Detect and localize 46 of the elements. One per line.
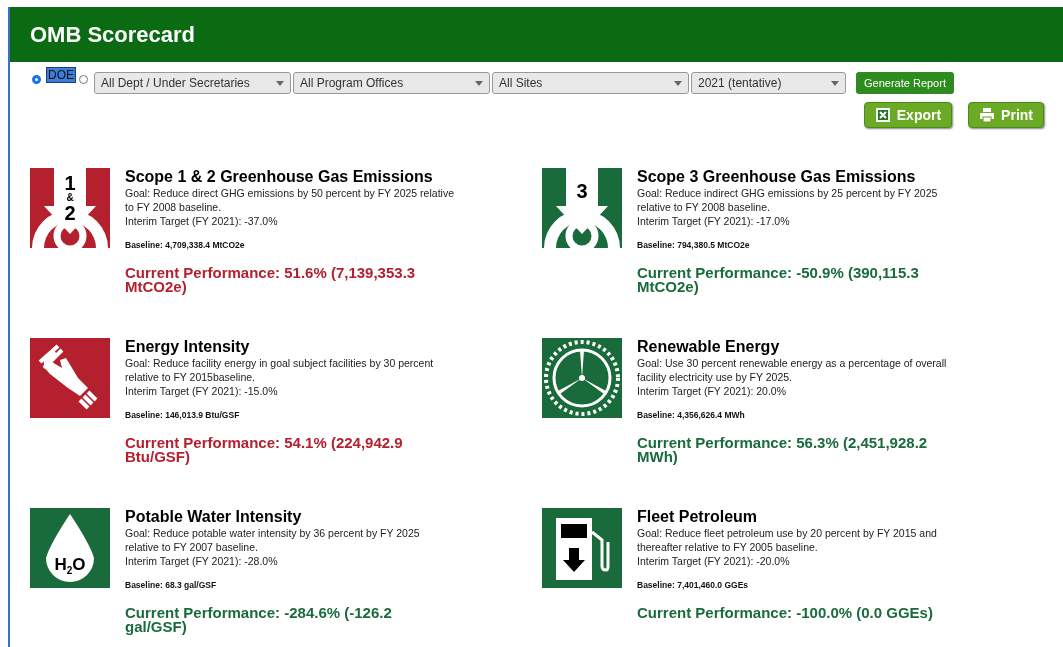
goal-text: Goal: Use 30 percent renewable energy as a percentage of overall facility electricity use by FY 2025.: [637, 356, 948, 384]
baseline-text: Baseline: 794,380.5 MtCO2e: [637, 240, 751, 250]
spreadsheet-icon: [874, 107, 891, 123]
dropdown[interactable]: All Program Offices: [293, 72, 490, 94]
goal-text: Goal: Reduce fleet petroleum use by 20 percent by FY 2015 and thereafter relative to FY 2005 baseline.: [637, 526, 938, 554]
metric-title: Scope 3 Greenhouse Gas Emissions: [637, 168, 917, 186]
interim-target: Interim Target (FY 2021): -17.0%: [637, 214, 791, 228]
current-performance: Current Performance: -100.0% (0.0 GGEs): [637, 606, 934, 620]
metric-title: Renewable Energy: [637, 338, 781, 356]
interim-target: Interim Target (FY 2021): -28.0%: [125, 554, 279, 568]
goal-text: Goal: Reduce potable water intensity by 36 percent by FY 2025 relative to FY 2007 baseline.: [125, 526, 421, 554]
current-performance: Current Performance: -50.9% (390,115.3 MtCO2e): [637, 266, 920, 294]
radio-button[interactable]: [32, 75, 41, 84]
baseline-text: Baseline: 4,356,626.4 MWh: [637, 410, 746, 420]
generate-report-button[interactable]: Generate Report: [856, 72, 954, 94]
metric-title: Potable Water Intensity: [125, 508, 303, 526]
current-performance: Current Performance: 54.1% (224,942.9 Btu/GSF): [125, 436, 404, 464]
dropdown[interactable]: All Sites: [492, 72, 689, 94]
current-performance: Current Performance: -284.6% (-126.2 gal/GSF): [125, 606, 393, 634]
metric-title: Scope 1 & 2 Greenhouse Gas Emissions: [125, 168, 434, 186]
water-drop-icon: H$_{2}$O: [30, 508, 110, 588]
baseline-text: Baseline: 146,013.9 Btu/GSF: [125, 410, 241, 420]
caret-icon: [475, 80, 483, 86]
printer-icon: [979, 107, 996, 123]
interim-target: Interim Target (FY 2021): 20.0%: [637, 384, 788, 398]
metric-title: Fleet Petroleum: [637, 508, 759, 526]
dropdown[interactable]: 2021 (tentative): [691, 72, 846, 94]
radio-label[interactable]: DOE: [47, 68, 75, 82]
caret-icon: [276, 80, 284, 86]
caret-icon: [674, 80, 682, 86]
page-title: OMB Scorecard: [30, 21, 196, 48]
goal-text: Goal: Reduce indirect GHG emissions by 25 percent by FY 2025 relative to FY 2008 baseline.: [637, 186, 939, 214]
interim-target: Interim Target (FY 2021): -20.0%: [637, 554, 791, 568]
baseline-text: Baseline: 4,709,338.4 MtCO2e: [125, 240, 246, 250]
baseline-text: Baseline: 7,401,460.0 GGEs: [637, 580, 750, 590]
interim-target: Interim Target (FY 2021): -37.0%: [125, 214, 279, 228]
current-performance: Current Performance: 51.6% (7,139,353.3 MtCO2e): [125, 266, 417, 294]
baseline-text: Baseline: 68.3 gal/GSF: [125, 580, 218, 590]
metric-title: Energy Intensity: [125, 338, 251, 356]
interim-target: Interim Target (FY 2021): -15.0%: [125, 384, 279, 398]
goal-text: Goal: Reduce direct GHG emissions by 50 percent by FY 2025 relative to FY 2008 baseline.: [125, 186, 455, 214]
current-performance: Current Performance: 56.3% (2,451,928.2 MWh): [637, 436, 929, 464]
radio-button[interactable]: [79, 75, 88, 84]
goal-text: Goal: Reduce facility energy in goal subject facilities by 30 percent relative to FY 2015baseline.: [125, 356, 435, 384]
dropdown[interactable]: All Dept / Under Secretaries: [94, 72, 291, 94]
caret-icon: [831, 80, 839, 86]
